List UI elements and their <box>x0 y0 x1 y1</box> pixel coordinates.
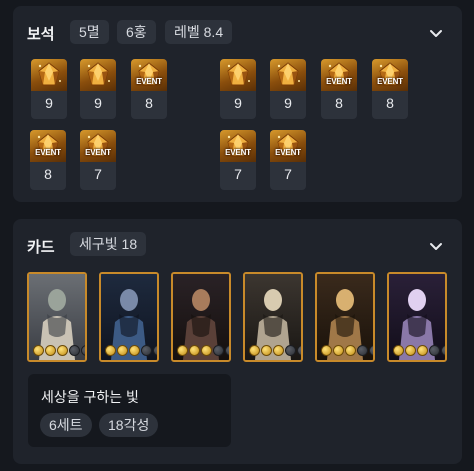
awakening-indicator <box>177 345 229 356</box>
gem-event-label: EVENT <box>326 77 352 86</box>
gem-slot[interactable]: 9 <box>270 59 306 119</box>
gem-slot[interactable]: EVENT 8 <box>372 59 408 119</box>
awakening-orb-icon <box>33 345 44 356</box>
awakening-orb-icon <box>345 345 356 356</box>
awakening-orb-icon <box>189 345 200 356</box>
card-set-effect: 세상을 구하는 빛 6세트 18각성 <box>28 374 231 447</box>
gem-icon: EVENT <box>220 130 256 162</box>
gem-level: 7 <box>284 166 292 182</box>
card-slot[interactable] <box>27 272 87 362</box>
awakening-indicator <box>33 345 85 356</box>
card-slot[interactable] <box>171 272 231 362</box>
awakening-orb-icon <box>69 345 80 356</box>
gem-level: 7 <box>234 166 242 182</box>
gem-icon: EVENT <box>321 59 357 91</box>
gem-level: 9 <box>45 95 53 111</box>
gem-icon: EVENT <box>30 130 66 162</box>
chevron-down-icon[interactable] <box>427 24 445 42</box>
gem-level: 9 <box>234 95 242 111</box>
awakening-orb-icon <box>153 345 157 356</box>
gem-event-label: EVENT <box>136 77 162 86</box>
awakening-indicator <box>249 345 301 356</box>
awakening-orb-icon <box>297 345 301 356</box>
gem-level: 8 <box>335 95 343 111</box>
gem-event-label: EVENT <box>275 148 301 157</box>
gem-slot[interactable]: EVENT 7 <box>270 130 306 190</box>
card-section: 카드 세구빛 18 세상을 구하는 빛 6세트 18각성 <box>13 219 462 464</box>
gem-slot[interactable]: 9 <box>220 59 256 119</box>
card-section-title: 카드 <box>27 239 55 256</box>
gem-icon: EVENT <box>270 130 306 162</box>
gem-level: 8 <box>145 95 153 111</box>
gem-event-label: EVENT <box>35 148 61 157</box>
awakening-orb-icon <box>441 345 445 356</box>
gem-slot[interactable]: 9 <box>31 59 67 119</box>
card-slot[interactable] <box>315 272 375 362</box>
card-set-chip: 세구빛 18 <box>70 232 147 256</box>
gem-slot[interactable]: EVENT 7 <box>220 130 256 190</box>
gem-icon <box>80 59 116 91</box>
gem-section-title: 보석 <box>27 26 55 43</box>
gem-level: 7 <box>94 166 102 182</box>
awakening-orb-icon <box>321 345 332 356</box>
awakening-orb-icon <box>417 345 428 356</box>
gem-icon <box>220 59 256 91</box>
card-slot[interactable] <box>99 272 159 362</box>
awakening-orb-icon <box>393 345 404 356</box>
awakening-orb-icon <box>213 345 224 356</box>
gem-slot[interactable]: EVENT 8 <box>30 130 66 190</box>
card-set-count-tag: 6세트 <box>40 413 92 437</box>
gem-icon: EVENT <box>131 59 167 91</box>
card-set-name: 세상을 구하는 빛 <box>41 389 139 405</box>
awakening-orb-icon <box>225 345 229 356</box>
gem-icon <box>270 59 306 91</box>
awakening-indicator <box>321 345 373 356</box>
gem-chip-average-level: 레벨 8.4 <box>165 20 233 44</box>
awakening-orb-icon <box>333 345 344 356</box>
gem-slot[interactable]: EVENT 8 <box>131 59 167 119</box>
gem-slot[interactable]: EVENT 7 <box>80 130 116 190</box>
card-awakening-tag: 18각성 <box>99 413 159 437</box>
gem-event-label: EVENT <box>225 148 251 157</box>
gem-level: 8 <box>386 95 394 111</box>
awakening-orb-icon <box>429 345 440 356</box>
gem-event-label: EVENT <box>377 77 403 86</box>
awakening-orb-icon <box>405 345 416 356</box>
gem-chip-crimson: 6홍 <box>117 20 156 44</box>
awakening-orb-icon <box>285 345 296 356</box>
awakening-orb-icon <box>201 345 212 356</box>
gem-chip-annihilation: 5멸 <box>70 20 109 44</box>
chevron-down-icon[interactable] <box>427 237 445 255</box>
card-slot[interactable] <box>387 272 447 362</box>
gem-level: 9 <box>94 95 102 111</box>
gem-slot[interactable]: 9 <box>80 59 116 119</box>
awakening-orb-icon <box>81 345 85 356</box>
gem-section: 보석 5멸 6홍 레벨 8.4 9 9 EVENT 8 9 9 EVENT 8 EVENT 8 EV… <box>13 6 462 202</box>
awakening-orb-icon <box>261 345 272 356</box>
gem-icon <box>31 59 67 91</box>
awakening-orb-icon <box>273 345 284 356</box>
awakening-orb-icon <box>369 345 373 356</box>
gem-icon: EVENT <box>372 59 408 91</box>
awakening-indicator <box>393 345 445 356</box>
awakening-indicator <box>105 345 157 356</box>
awakening-orb-icon <box>129 345 140 356</box>
awakening-orb-icon <box>45 345 56 356</box>
gem-slot[interactable]: EVENT 8 <box>321 59 357 119</box>
gem-event-label: EVENT <box>85 148 111 157</box>
gem-level: 9 <box>284 95 292 111</box>
card-slot[interactable] <box>243 272 303 362</box>
awakening-orb-icon <box>57 345 68 356</box>
awakening-orb-icon <box>357 345 368 356</box>
gem-icon: EVENT <box>80 130 116 162</box>
awakening-orb-icon <box>177 345 188 356</box>
awakening-orb-icon <box>249 345 260 356</box>
awakening-orb-icon <box>117 345 128 356</box>
awakening-orb-icon <box>141 345 152 356</box>
awakening-orb-icon <box>105 345 116 356</box>
gem-level: 8 <box>44 166 52 182</box>
